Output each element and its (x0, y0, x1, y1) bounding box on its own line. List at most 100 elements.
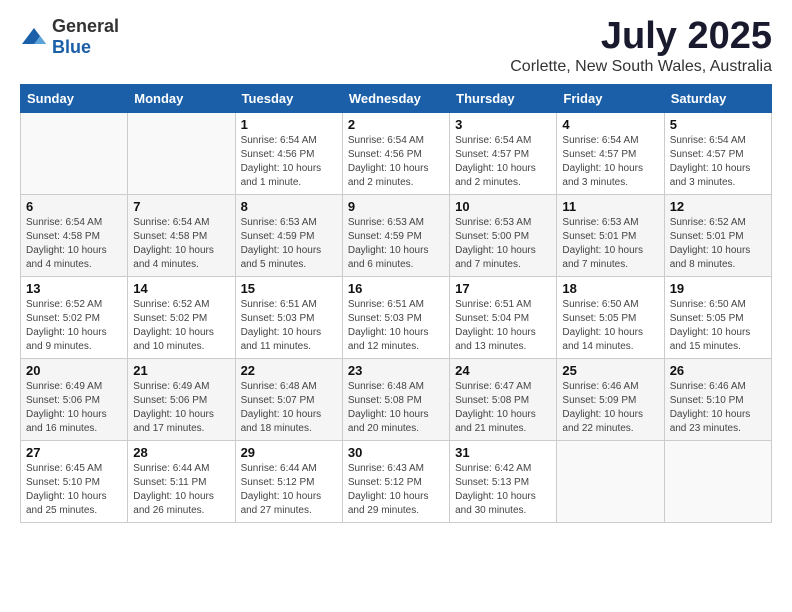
day-cell: 10 Sunrise: 6:53 AM Sunset: 5:00 PM Dayli… (450, 194, 557, 276)
day-number: 28 (133, 445, 229, 460)
day-number: 1 (241, 117, 337, 132)
day-number: 14 (133, 281, 229, 296)
day-info: Sunrise: 6:46 AM Sunset: 5:10 PM Dayligh… (670, 380, 766, 436)
day-info: Sunrise: 6:54 AM Sunset: 4:58 PM Dayligh… (133, 216, 229, 272)
day-number: 8 (241, 199, 337, 214)
logo-blue: Blue (52, 37, 91, 57)
day-number: 15 (241, 281, 337, 296)
header-thursday: Thursday (450, 84, 557, 112)
day-info: Sunrise: 6:54 AM Sunset: 4:57 PM Dayligh… (562, 134, 658, 190)
logo: General Blue (20, 16, 119, 58)
week-row-2: 6 Sunrise: 6:54 AM Sunset: 4:58 PM Daylig… (21, 194, 772, 276)
day-cell: 4Sunrise: 6:54 AM Sunset: 4:57 PM Daylig… (557, 112, 664, 194)
day-cell: 26 Sunrise: 6:46 AM Sunset: 5:10 PM Dayli… (664, 358, 771, 440)
day-cell (557, 440, 664, 522)
day-number: 21 (133, 363, 229, 378)
day-number: 3 (455, 117, 551, 132)
day-number: 27 (26, 445, 122, 460)
day-cell: 5Sunrise: 6:54 AM Sunset: 4:57 PM Daylig… (664, 112, 771, 194)
day-cell: 8 Sunrise: 6:53 AM Sunset: 4:59 PM Daylig… (235, 194, 342, 276)
page-header: General Blue July 2025 Corlette, New Sou… (20, 16, 772, 76)
day-info: Sunrise: 6:53 AM Sunset: 4:59 PM Dayligh… (241, 216, 337, 272)
day-number: 22 (241, 363, 337, 378)
logo-icon (20, 26, 48, 48)
day-info: Sunrise: 6:46 AM Sunset: 5:09 PM Dayligh… (562, 380, 658, 436)
day-cell: 23 Sunrise: 6:48 AM Sunset: 5:08 PM Dayli… (342, 358, 449, 440)
day-info: Sunrise: 6:52 AM Sunset: 5:02 PM Dayligh… (26, 298, 122, 354)
header-monday: Monday (128, 84, 235, 112)
day-number: 18 (562, 281, 658, 296)
day-info: Sunrise: 6:54 AM Sunset: 4:57 PM Dayligh… (455, 134, 551, 190)
logo-general: General (52, 16, 119, 36)
day-number: 17 (455, 281, 551, 296)
day-number: 2 (348, 117, 444, 132)
day-number: 12 (670, 199, 766, 214)
day-cell: 21Sunrise: 6:49 AM Sunset: 5:06 PM Dayli… (128, 358, 235, 440)
day-info: Sunrise: 6:47 AM Sunset: 5:08 PM Dayligh… (455, 380, 551, 436)
day-cell: 20 Sunrise: 6:49 AM Sunset: 5:06 PM Dayli… (21, 358, 128, 440)
day-cell (664, 440, 771, 522)
day-cell: 19 Sunrise: 6:50 AM Sunset: 5:05 PM Dayli… (664, 276, 771, 358)
day-cell: 1Sunrise: 6:54 AM Sunset: 4:56 PM Daylig… (235, 112, 342, 194)
day-number: 26 (670, 363, 766, 378)
day-info: Sunrise: 6:53 AM Sunset: 5:01 PM Dayligh… (562, 216, 658, 272)
day-info: Sunrise: 6:51 AM Sunset: 5:03 PM Dayligh… (241, 298, 337, 354)
day-info: Sunrise: 6:44 AM Sunset: 5:12 PM Dayligh… (241, 462, 337, 518)
title-block: July 2025 Corlette, New South Wales, Aus… (510, 16, 772, 76)
day-number: 30 (348, 445, 444, 460)
calendar-subtitle: Corlette, New South Wales, Australia (510, 58, 772, 76)
header-sunday: Sunday (21, 84, 128, 112)
day-info: Sunrise: 6:44 AM Sunset: 5:11 PM Dayligh… (133, 462, 229, 518)
day-info: Sunrise: 6:48 AM Sunset: 5:07 PM Dayligh… (241, 380, 337, 436)
day-number: 31 (455, 445, 551, 460)
day-cell: 18 Sunrise: 6:50 AM Sunset: 5:05 PM Dayli… (557, 276, 664, 358)
day-number: 23 (348, 363, 444, 378)
calendar-table: SundayMondayTuesdayWednesdayThursdayFrid… (20, 84, 772, 523)
day-info: Sunrise: 6:54 AM Sunset: 4:57 PM Dayligh… (670, 134, 766, 190)
day-info: Sunrise: 6:54 AM Sunset: 4:58 PM Dayligh… (26, 216, 122, 272)
day-number: 10 (455, 199, 551, 214)
day-number: 29 (241, 445, 337, 460)
day-cell: 3 Sunrise: 6:54 AM Sunset: 4:57 PM Daylig… (450, 112, 557, 194)
day-cell: 14 Sunrise: 6:52 AM Sunset: 5:02 PM Dayli… (128, 276, 235, 358)
day-number: 6 (26, 199, 122, 214)
day-cell: 11 Sunrise: 6:53 AM Sunset: 5:01 PM Dayli… (557, 194, 664, 276)
day-cell: 9Sunrise: 6:53 AM Sunset: 4:59 PM Daylig… (342, 194, 449, 276)
day-cell: 29 Sunrise: 6:44 AM Sunset: 5:12 PM Dayli… (235, 440, 342, 522)
day-cell: 27 Sunrise: 6:45 AM Sunset: 5:10 PM Dayli… (21, 440, 128, 522)
day-info: Sunrise: 6:53 AM Sunset: 5:00 PM Dayligh… (455, 216, 551, 272)
day-info: Sunrise: 6:50 AM Sunset: 5:05 PM Dayligh… (562, 298, 658, 354)
day-number: 20 (26, 363, 122, 378)
calendar-title: July 2025 (510, 16, 772, 58)
day-info: Sunrise: 6:50 AM Sunset: 5:05 PM Dayligh… (670, 298, 766, 354)
day-cell: 22 Sunrise: 6:48 AM Sunset: 5:07 PM Dayli… (235, 358, 342, 440)
day-info: Sunrise: 6:45 AM Sunset: 5:10 PM Dayligh… (26, 462, 122, 518)
header-saturday: Saturday (664, 84, 771, 112)
day-cell: 13 Sunrise: 6:52 AM Sunset: 5:02 PM Dayli… (21, 276, 128, 358)
day-number: 11 (562, 199, 658, 214)
day-info: Sunrise: 6:52 AM Sunset: 5:01 PM Dayligh… (670, 216, 766, 272)
day-cell (128, 112, 235, 194)
day-cell (21, 112, 128, 194)
day-cell: 31Sunrise: 6:42 AM Sunset: 5:13 PM Dayli… (450, 440, 557, 522)
day-cell: 25Sunrise: 6:46 AM Sunset: 5:09 PM Dayli… (557, 358, 664, 440)
week-row-4: 20 Sunrise: 6:49 AM Sunset: 5:06 PM Dayli… (21, 358, 772, 440)
header-tuesday: Tuesday (235, 84, 342, 112)
day-info: Sunrise: 6:48 AM Sunset: 5:08 PM Dayligh… (348, 380, 444, 436)
header-wednesday: Wednesday (342, 84, 449, 112)
day-info: Sunrise: 6:52 AM Sunset: 5:02 PM Dayligh… (133, 298, 229, 354)
week-row-3: 13 Sunrise: 6:52 AM Sunset: 5:02 PM Dayli… (21, 276, 772, 358)
day-number: 13 (26, 281, 122, 296)
day-cell: 7 Sunrise: 6:54 AM Sunset: 4:58 PM Daylig… (128, 194, 235, 276)
day-cell: 28 Sunrise: 6:44 AM Sunset: 5:11 PM Dayli… (128, 440, 235, 522)
day-number: 7 (133, 199, 229, 214)
header-row: SundayMondayTuesdayWednesdayThursdayFrid… (21, 84, 772, 112)
week-row-1: 1Sunrise: 6:54 AM Sunset: 4:56 PM Daylig… (21, 112, 772, 194)
day-info: Sunrise: 6:51 AM Sunset: 5:04 PM Dayligh… (455, 298, 551, 354)
logo-text: General Blue (52, 16, 119, 58)
day-cell: 30Sunrise: 6:43 AM Sunset: 5:12 PM Dayli… (342, 440, 449, 522)
day-info: Sunrise: 6:49 AM Sunset: 5:06 PM Dayligh… (26, 380, 122, 436)
day-info: Sunrise: 6:51 AM Sunset: 5:03 PM Dayligh… (348, 298, 444, 354)
day-cell: 6 Sunrise: 6:54 AM Sunset: 4:58 PM Daylig… (21, 194, 128, 276)
day-number: 19 (670, 281, 766, 296)
